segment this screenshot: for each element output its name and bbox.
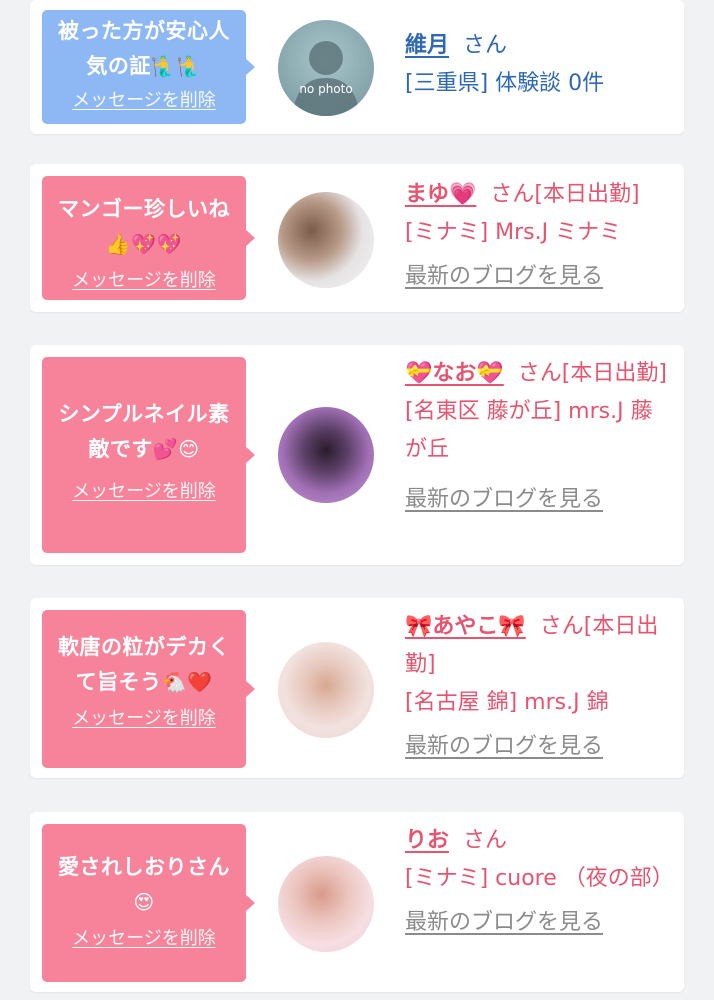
- latest-blog-link[interactable]: 最新のブログを見る: [405, 487, 603, 512]
- profile-info: りお さん [ミナミ] cuore （夜の部） 最新のブログを見る: [405, 822, 674, 942]
- latest-blog-link[interactable]: 最新のブログを見る: [405, 734, 603, 759]
- name-suffix: さん: [463, 828, 508, 853]
- profile-info: 💝なお💝 さん[本日出勤] [名東区 藤が丘] mrs.J 藤が丘 最新のブログを…: [405, 355, 668, 519]
- delete-message-link[interactable]: メッセージを削除: [72, 86, 216, 112]
- delete-message-link[interactable]: メッセージを削除: [72, 704, 216, 730]
- profile-detail: [ミナミ] cuore （夜の部）: [405, 866, 674, 891]
- profile-info: 維月 さん [三重県] 体験談 0件: [405, 27, 668, 103]
- profile-name-link[interactable]: りお: [405, 828, 449, 853]
- delete-message-link[interactable]: メッセージを削除: [72, 924, 216, 950]
- no-photo-label: no photo: [299, 82, 353, 96]
- delete-message-link[interactable]: メッセージを削除: [72, 266, 216, 292]
- message-emoji: 😍: [133, 890, 155, 914]
- message-text: 愛されしおりさん: [58, 855, 230, 879]
- profile-detail: [名東区 藤が丘] mrs.J 藤が丘: [405, 399, 653, 462]
- message-text: 被った方が安心人気の証: [58, 19, 230, 78]
- avatar[interactable]: [278, 856, 374, 952]
- profile-info: まゆ💗 さん[本日出勤] [ミナミ] Mrs.J ミナミ 最新のブログを見る: [405, 176, 668, 296]
- message-emoji: 👍💖💖: [105, 232, 183, 256]
- profile-name-link[interactable]: 🎀あやこ🎀: [405, 614, 526, 639]
- favorite-list: 被った方が安心人気の証🧜‍♂️🧜‍♂️ メッセージを削除 no photo 維月…: [0, 0, 714, 1000]
- avatar[interactable]: no photo: [278, 20, 374, 116]
- list-item: シンプルネイル素敵です💕😊 メッセージを削除 💝なお💝 さん[本日出勤] [名東区…: [30, 345, 684, 565]
- list-item: 軟唐の粒がデカくて旨そう🐔❤️ メッセージを削除 🎀あやこ🎀 さん[本日出勤] […: [30, 598, 684, 778]
- message-text: シンプルネイル素敵です: [58, 402, 230, 461]
- message-text: マンゴー珍しいね: [58, 197, 230, 221]
- message-emoji: 🐔❤️: [161, 670, 213, 694]
- delete-message-link[interactable]: メッセージを削除: [72, 477, 216, 503]
- message-bubble: シンプルネイル素敵です💕😊 メッセージを削除: [42, 357, 255, 553]
- message-bubble: マンゴー珍しいね 👍💖💖 メッセージを削除: [42, 176, 255, 300]
- list-item: 被った方が安心人気の証🧜‍♂️🧜‍♂️ メッセージを削除 no photo 維月…: [30, 0, 684, 134]
- avatar[interactable]: [278, 192, 374, 288]
- list-item: マンゴー珍しいね 👍💖💖 メッセージを削除 まゆ💗 さん[本日出勤] [ミナミ] M…: [30, 164, 684, 312]
- profile-name-link[interactable]: 維月: [405, 33, 449, 58]
- message-bubble: 軟唐の粒がデカくて旨そう🐔❤️ メッセージを削除: [42, 610, 255, 768]
- message-emoji: 🧜‍♂️🧜‍♂️: [150, 54, 202, 78]
- profile-info: 🎀あやこ🎀 さん[本日出勤] [名古屋 錦] mrs.J 錦 最新のブログを見る: [405, 608, 668, 766]
- message-bubble: 愛されしおりさん 😍 メッセージを削除: [42, 824, 255, 982]
- profile-detail: [名古屋 錦] mrs.J 錦: [405, 690, 609, 715]
- latest-blog-link[interactable]: 最新のブログを見る: [405, 264, 603, 289]
- list-item: 愛されしおりさん 😍 メッセージを削除 りお さん [ミナミ] cuore （夜の部…: [30, 812, 684, 992]
- name-suffix: さん[本日出勤]: [490, 182, 640, 207]
- profile-name-link[interactable]: まゆ💗: [405, 182, 476, 207]
- profile-detail: [ミナミ] Mrs.J ミナミ: [405, 220, 622, 245]
- avatar[interactable]: [278, 642, 374, 738]
- avatar[interactable]: [278, 407, 374, 503]
- message-emoji: 💕😊: [152, 437, 200, 461]
- profile-detail: [三重県] 体験談 0件: [405, 71, 605, 96]
- profile-name-link[interactable]: 💝なお💝: [405, 361, 504, 386]
- name-suffix: さん[本日出勤]: [517, 361, 667, 386]
- no-photo-silhouette-icon: [292, 41, 360, 116]
- message-bubble: 被った方が安心人気の証🧜‍♂️🧜‍♂️ メッセージを削除: [42, 10, 255, 124]
- latest-blog-link[interactable]: 最新のブログを見る: [405, 910, 603, 935]
- name-suffix: さん: [463, 33, 508, 58]
